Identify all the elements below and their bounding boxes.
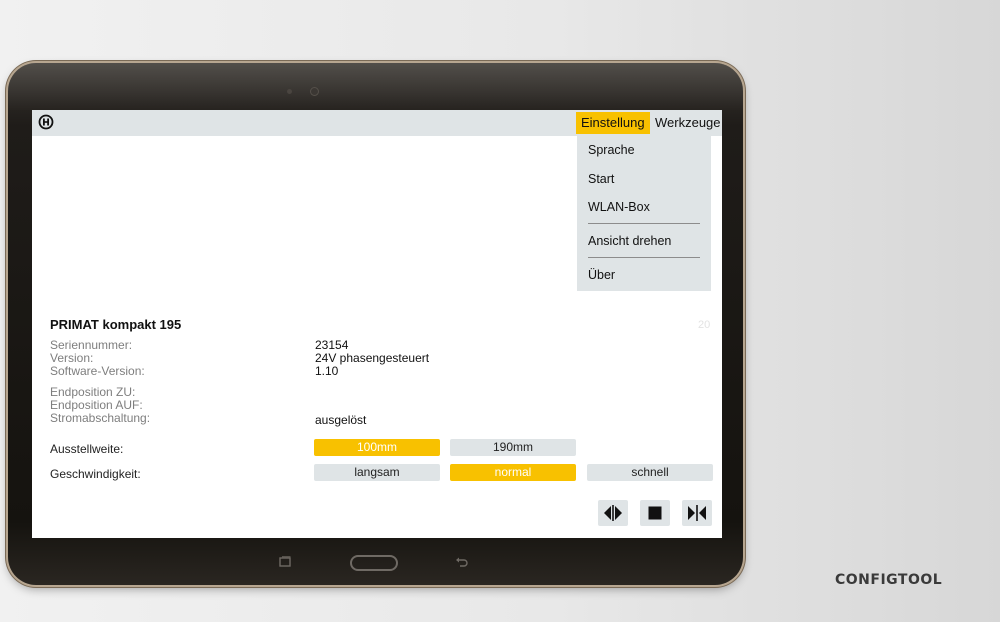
recent-apps-icon[interactable]	[278, 556, 292, 568]
tablet-frame: Einstellung Werkzeuge Sprache Start WLAN…	[8, 63, 743, 585]
menu-item-sprache[interactable]: Sprache	[588, 143, 635, 157]
open-button[interactable]	[598, 500, 628, 526]
open-icon	[604, 505, 622, 521]
einstellung-dropdown: Sprache Start WLAN-Box Ansicht drehen Üb…	[577, 136, 711, 291]
stromabschaltung-value: ausgelöst	[315, 413, 367, 427]
menu-divider	[588, 257, 700, 258]
speed-schnell-button[interactable]: schnell	[587, 464, 713, 481]
home-button[interactable]	[350, 555, 398, 571]
menu-item-start[interactable]: Start	[588, 172, 614, 186]
menu-item-ueber[interactable]: Über	[588, 268, 615, 282]
device-title: PRIMAT kompakt 195	[50, 317, 182, 332]
close-button[interactable]	[682, 500, 712, 526]
menu-divider	[588, 223, 700, 224]
camera-sensor	[287, 89, 292, 94]
close-icon	[688, 505, 706, 521]
faint-number: 20	[698, 319, 711, 331]
menu-item-wlan-box[interactable]: WLAN-Box	[588, 200, 650, 214]
stop-icon	[648, 506, 662, 520]
software-version-value: 1.10	[315, 364, 339, 378]
tab-werkzeuge[interactable]: Werkzeuge	[650, 112, 722, 134]
ausstellweite-100mm-button[interactable]: 100mm	[314, 439, 440, 456]
app-logo-icon[interactable]	[38, 114, 54, 130]
geschwindigkeit-label: Geschwindigkeit:	[50, 467, 141, 481]
menu-bar: Einstellung Werkzeuge	[32, 110, 722, 136]
camera-lens	[311, 88, 318, 95]
tab-einstellung[interactable]: Einstellung	[576, 112, 650, 134]
speed-langsam-button[interactable]: langsam	[314, 464, 440, 481]
brand-label: CONFIGTOOL	[835, 572, 943, 588]
software-version-label: Software-Version:	[50, 364, 145, 378]
speed-normal-button[interactable]: normal	[450, 464, 576, 481]
app-screen: Einstellung Werkzeuge Sprache Start WLAN…	[32, 110, 722, 538]
stop-button[interactable]	[640, 500, 670, 526]
menu-item-ansicht-drehen[interactable]: Ansicht drehen	[588, 234, 671, 248]
ausstellweite-190mm-button[interactable]: 190mm	[450, 439, 576, 456]
tablet-bezel-shine	[8, 63, 743, 111]
stromabschaltung-label: Stromabschaltung:	[50, 411, 151, 425]
ausstellweite-label: Ausstellweite:	[50, 442, 124, 456]
back-icon[interactable]	[455, 556, 469, 568]
